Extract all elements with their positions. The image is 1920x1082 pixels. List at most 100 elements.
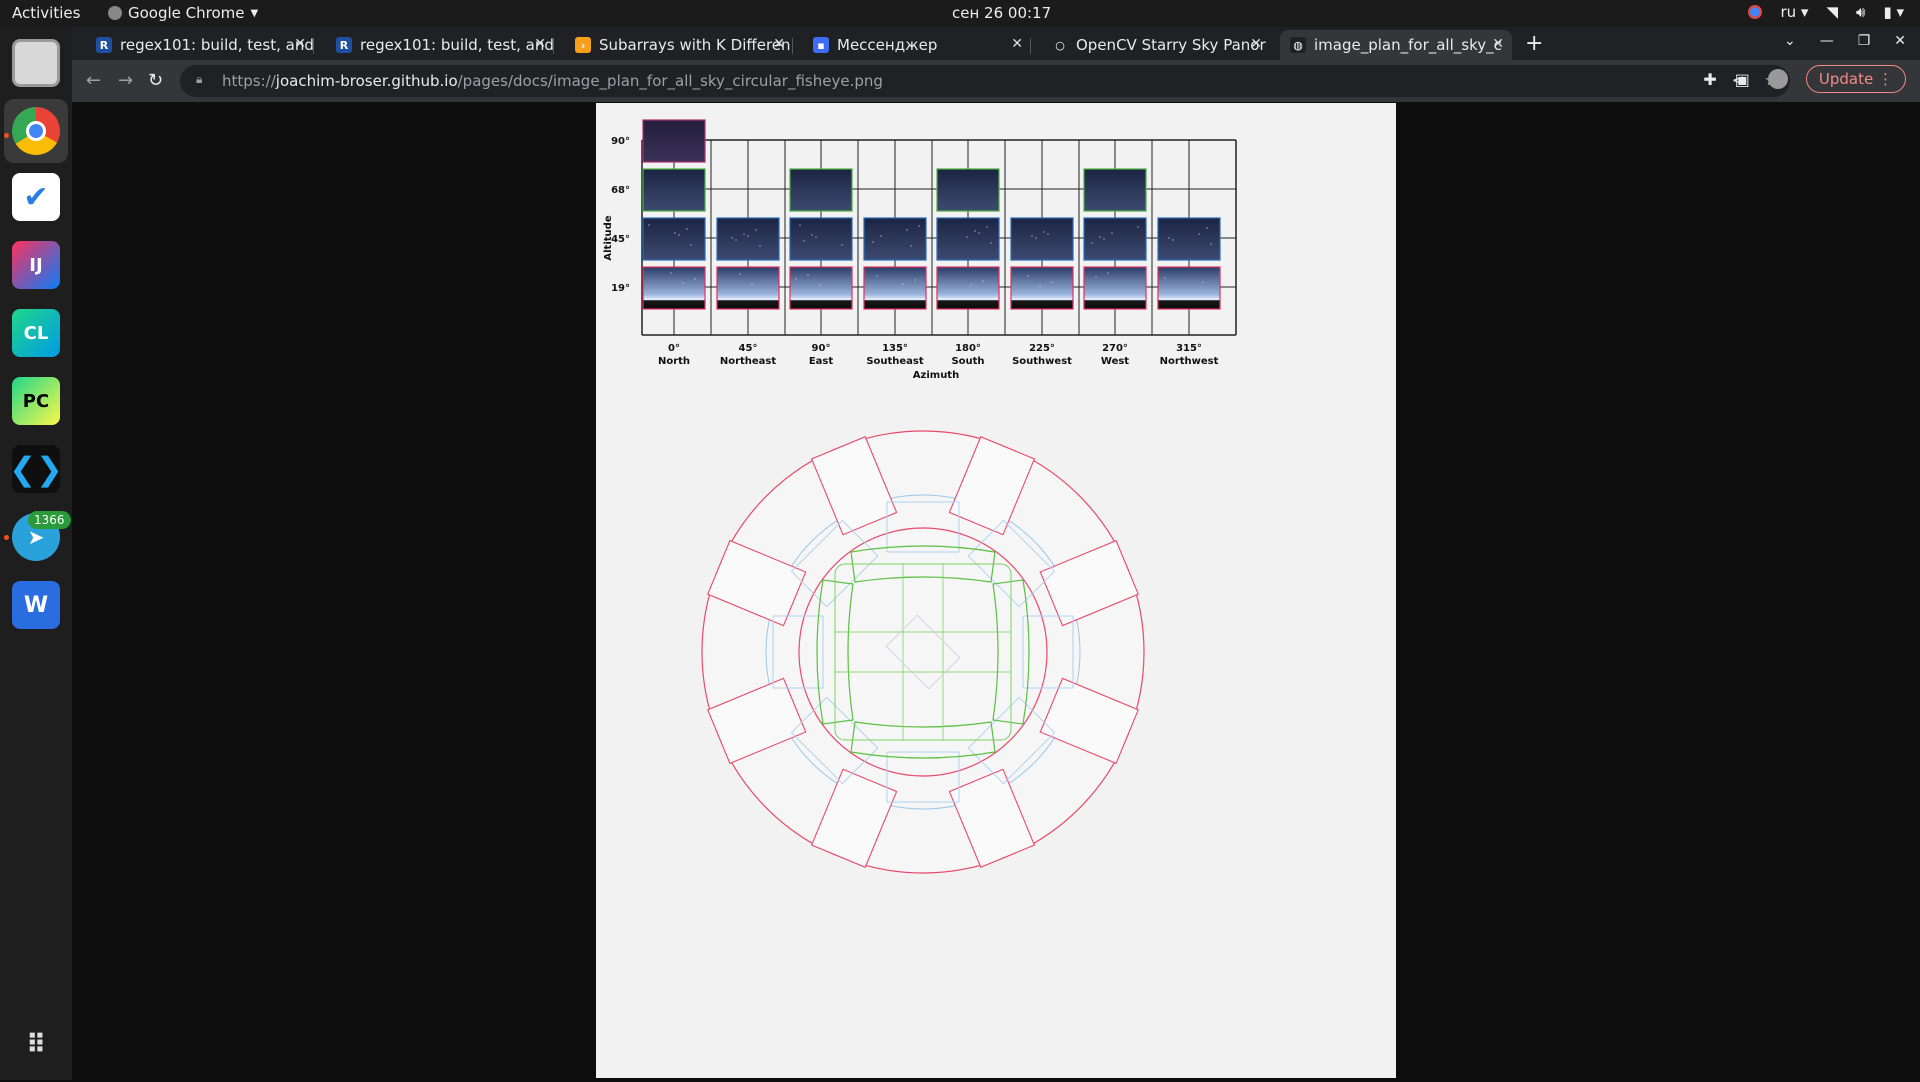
back-icon[interactable]: ←: [86, 70, 101, 91]
tab-close-icon[interactable]: ✕: [773, 36, 785, 52]
azimuth-direction-label: Southeast: [866, 356, 924, 367]
image-plan-figure: 90°68°45°19°Altitude0°North45°Northeast9…: [603, 119, 1237, 874]
star-dot: [902, 283, 904, 285]
tab-favicon-icon: ◍: [1290, 37, 1306, 53]
chrome-icon[interactable]: [12, 107, 60, 155]
tab-3[interactable]: › Subarrays with K Differen ✕: [565, 30, 793, 60]
wps-icon[interactable]: W: [12, 581, 60, 629]
notification-icon[interactable]: [1748, 5, 1763, 19]
star-dot: [1164, 277, 1166, 279]
volume-icon[interactable]: 🔊︎: [1856, 3, 1865, 21]
star-dot: [670, 272, 672, 274]
wifi-icon[interactable]: ◥: [1826, 3, 1838, 21]
star-dot: [735, 239, 737, 241]
star-dot: [1172, 239, 1174, 241]
reload-icon[interactable]: ↻: [148, 70, 163, 91]
tab-1[interactable]: Rregex101: build, test, and ✕: [86, 30, 314, 60]
intellij-icon[interactable]: IJ: [12, 241, 60, 289]
maximize-button[interactable]: ❐: [1858, 33, 1871, 49]
altitude-68-photo-tile: [936, 168, 1000, 212]
browser-toolbar: ← → ↻ 🔒︎ https://joachim-broser.github.i…: [72, 60, 1920, 102]
altitude-19-photo-tile: [789, 266, 853, 310]
address-bar[interactable]: 🔒︎ https://joachim-broser.github.io/page…: [180, 65, 1790, 97]
star-dot: [1043, 231, 1045, 233]
star-dot: [1206, 227, 1208, 229]
altitude-19-photo-tile: [863, 266, 927, 310]
tab-4[interactable]: ▪ Мессенджер ✕: [803, 30, 1031, 60]
tab-2[interactable]: Rregex101: build, test, and ✕: [326, 30, 554, 60]
altitude-68-photo-tile: [1083, 168, 1147, 212]
activities-button[interactable]: Activities: [12, 4, 80, 22]
star-dot: [1091, 242, 1093, 244]
tab-close-icon[interactable]: ✕: [294, 36, 306, 52]
star-dot: [1047, 233, 1049, 235]
tab-close-icon[interactable]: ✕: [1011, 36, 1023, 52]
star-dot: [731, 237, 733, 239]
altitude-19-photo-tile: [1157, 266, 1221, 310]
tab-separator: [553, 38, 554, 54]
language-indicator[interactable]: ru ▾: [1780, 3, 1808, 21]
tab-title: regex101: build, test, and: [360, 36, 554, 54]
close-window-button[interactable]: ✕: [1894, 33, 1906, 49]
tab-close-icon[interactable]: ✕: [534, 36, 546, 52]
tasks-icon[interactable]: ✔: [12, 173, 60, 221]
star-dot: [815, 236, 817, 238]
minimize-button[interactable]: —: [1820, 33, 1834, 49]
files-icon[interactable]: [12, 39, 60, 87]
altitude-45-photo-tile: [1083, 217, 1147, 261]
tab-close-icon[interactable]: ✕: [1250, 36, 1262, 52]
star-dot: [678, 234, 680, 236]
tab-separator: [313, 38, 314, 54]
app-menu[interactable]: Google Chrome ▼: [108, 4, 258, 22]
app-name: Google Chrome: [128, 4, 245, 22]
clion-icon[interactable]: CL: [12, 309, 60, 357]
update-button[interactable]: Update ⋮: [1805, 65, 1906, 93]
star-dot: [747, 235, 749, 237]
altitude-45-photo-tile: [789, 217, 853, 261]
azimuth-axis-label: Azimuth: [913, 370, 959, 381]
tab-6[interactable]: ◍ image_plan_for_all_sky_c ✕: [1280, 30, 1512, 60]
tab-close-icon[interactable]: ✕: [1492, 36, 1504, 52]
side-panel-icon[interactable]: ▣: [1735, 70, 1750, 89]
battery-icon[interactable]: ▮ ▾: [1883, 3, 1904, 21]
profile-avatar-icon[interactable]: [1767, 69, 1788, 89]
altitude-45-photo-tile: [716, 217, 780, 261]
zenith-photo-tile: [642, 119, 706, 163]
azimuth-direction-label: North: [658, 356, 690, 367]
star-dot: [1095, 276, 1097, 278]
clock[interactable]: сен 26 00:17: [952, 4, 1072, 22]
azimuth-tick-label: 135°: [882, 343, 908, 354]
star-dot: [1103, 238, 1105, 240]
star-dot: [1137, 226, 1139, 228]
star-dot: [1210, 243, 1212, 245]
vscode-icon[interactable]: ❮❯: [9, 445, 63, 493]
tab-favicon-icon: R: [96, 37, 112, 53]
forward-icon[interactable]: →: [118, 70, 133, 91]
system-tray[interactable]: ru ▾ ◥ 🔊︎ ▮ ▾: [1748, 3, 1904, 21]
displayed-image: 90° 68° 45° 19° Altitude 0° North 45° Northeast 9…: [596, 103, 1396, 1078]
altitude-45-photo-tile: [1010, 217, 1074, 261]
app-grid-icon[interactable]: ⠿: [12, 1021, 60, 1069]
azimuth-direction-label: South: [951, 356, 984, 367]
altitude-45-photo-tile: [642, 217, 706, 261]
star-dot: [682, 282, 684, 284]
new-tab-button[interactable]: +: [1525, 31, 1543, 56]
star-dot: [803, 240, 805, 242]
star-dot: [1099, 236, 1101, 238]
tab-search-icon[interactable]: ⌄: [1784, 33, 1796, 49]
star-dot: [974, 230, 976, 232]
star-dot: [686, 228, 688, 230]
azimuth-tick-label: 225°: [1029, 343, 1055, 354]
star-dot: [1198, 233, 1200, 235]
system-top-bar: Activities Google Chrome ▼ сен 26 00:17 …: [0, 0, 1920, 27]
extensions-icon[interactable]: ✚: [1703, 70, 1716, 89]
pycharm-icon[interactable]: PC: [12, 377, 60, 425]
tab-5[interactable]: ○ OpenCV Starry Sky Panor ✕: [1042, 30, 1270, 60]
azimuth-tick-label: 270°: [1102, 343, 1128, 354]
tab-title: Мессенджер: [837, 36, 938, 54]
lock-icon[interactable]: 🔒︎: [196, 72, 202, 87]
tab-title: OpenCV Starry Sky Panor: [1076, 36, 1266, 54]
azimuth-tick-label: 45°: [739, 343, 758, 354]
star-dot: [1051, 281, 1053, 283]
azimuth-tick-label: 0°: [668, 343, 680, 354]
